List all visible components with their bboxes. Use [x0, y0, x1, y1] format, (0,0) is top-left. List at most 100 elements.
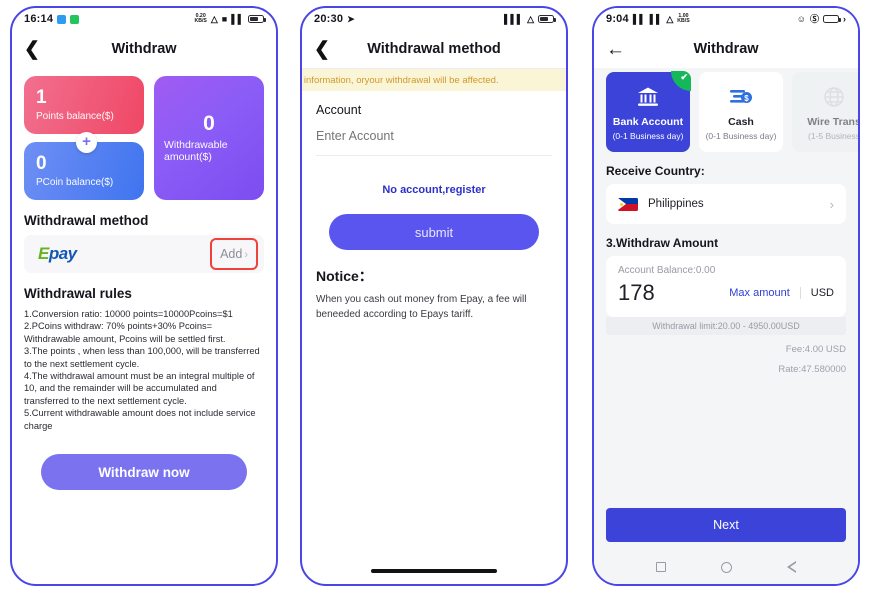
signal-icon: ▌▌▌	[503, 13, 524, 24]
receive-country-label: Receive Country:	[606, 164, 705, 178]
chevron-right-icon: ›	[244, 249, 248, 261]
account-input[interactable]	[316, 129, 552, 143]
status-bar: 20:30 ➤ ▌▌▌ △	[302, 8, 566, 30]
points-balance-card[interactable]: 1 Points balance($)	[24, 76, 144, 134]
divider	[316, 155, 552, 156]
method-card-label: Bank Account	[612, 115, 684, 128]
wifi-icon: △	[527, 13, 534, 24]
check-icon: ✔	[671, 71, 691, 91]
amount-input[interactable]: 178	[618, 280, 729, 306]
withdrawal-method-heading: Withdrawal method	[24, 213, 149, 228]
register-link[interactable]: No account,register	[316, 184, 552, 196]
currency-label: USD	[810, 287, 834, 299]
android-nav-bar	[594, 550, 858, 584]
epay-logo-icon: Epay	[38, 244, 77, 263]
withdrawal-limit-text: Withdrawal limit:20.00 - 4950.00USD	[606, 317, 846, 335]
warning-banner: ıt information, oryour withdrawal will b…	[302, 69, 566, 91]
chevron-left-icon[interactable]: ❮	[24, 40, 40, 59]
back-triangle-icon[interactable]	[787, 561, 797, 573]
country-name: Philippines	[648, 198, 704, 210]
chevron-right-icon: ›	[829, 196, 834, 212]
status-time: 9:04	[606, 13, 629, 25]
screenshot-stage: 16:14 0.20 KB/S △ ■ ▌▌ ❮ Withdraw 1 Poin…	[0, 0, 869, 592]
page-title: Withdraw	[693, 41, 759, 57]
points-balance-value: 1	[36, 87, 47, 109]
wifi-icon: △	[210, 13, 218, 24]
rule-item: 5.Current withdrawable amount does not i…	[24, 408, 256, 431]
method-card-bank-account[interactable]: ✔ Bank Account (0-1 Business day)	[606, 71, 691, 152]
nav-header: ← Withdraw	[594, 30, 858, 68]
balance-cards: 1 Points balance($) 0 PCoin balance($) +…	[24, 76, 264, 200]
method-card-label: Cash	[728, 115, 754, 128]
status-bar: 9:04 ▌▌ ▌▌ △ 1.00 KB/S ☺ Ⓢ 68 ›	[594, 8, 858, 30]
withdrawal-rules-list: 1.Conversion ratio: 10000 points=10000Pc…	[24, 308, 264, 432]
square-icon[interactable]	[655, 562, 666, 572]
battery-icon: 68	[823, 14, 841, 24]
country-selector[interactable]: Philippines ›	[606, 184, 846, 224]
wifi-icon: △	[666, 13, 674, 24]
battery-icon	[248, 14, 266, 24]
signal-icon: ▌▌	[231, 13, 244, 24]
pcoin-balance-label: PCoin balance($)	[36, 176, 114, 188]
status-bar: 16:14 0.20 KB/S △ ■ ▌▌	[12, 8, 276, 30]
mute-icon: ☺	[796, 13, 806, 24]
sim-icon: ▌▌	[649, 13, 663, 24]
chevron-left-icon[interactable]: ❮	[314, 40, 330, 59]
submit-button[interactable]: submit	[329, 214, 539, 250]
method-card-cash[interactable]: $ Cash (0-1 Business day)	[699, 72, 783, 152]
status-time: 20:30	[314, 13, 344, 25]
bank-icon	[636, 84, 660, 110]
rule-item: 4.The withdrawal amount must be an integ…	[24, 371, 255, 406]
add-method-button[interactable]: Add ›	[210, 238, 258, 270]
chevron-right-icon: ›	[843, 13, 846, 24]
notice-body: When you cash out money from Epay, a fee…	[316, 294, 527, 320]
method-card-sublabel: (1-5 Business	[808, 130, 858, 141]
battery-icon	[538, 14, 556, 24]
withdrawal-rules-heading: Withdrawal rules	[24, 286, 132, 301]
status-time: 16:14	[24, 13, 54, 25]
nav-header: ❮ Withdraw	[12, 30, 276, 68]
withdraw-amount-heading: 3.Withdraw Amount	[606, 236, 719, 250]
chip-green-icon	[70, 14, 80, 24]
method-card-label: Wire Trans	[807, 115, 858, 128]
withdrawable-amount-value: 0	[203, 112, 215, 136]
signal-icon: ▌▌	[632, 13, 646, 24]
chip-blue-icon	[57, 14, 67, 24]
data-rate-icon: 0.20 KB/S	[194, 12, 207, 24]
notice-heading: Notice：	[316, 268, 373, 284]
data-rate-icon: 1.00 KB/S	[677, 12, 690, 24]
sim-icon: ■	[221, 13, 228, 24]
page-title: Withdrawal method	[367, 41, 501, 57]
account-label: Account	[316, 103, 362, 117]
max-amount-button[interactable]: Max amount	[729, 287, 801, 299]
next-button[interactable]: Next	[606, 508, 846, 542]
home-indicator	[371, 569, 497, 573]
phone-panel-withdraw-overview: 16:14 0.20 KB/S △ ■ ▌▌ ❮ Withdraw 1 Poin…	[10, 6, 278, 586]
plus-icon: +	[76, 132, 97, 153]
withdrawal-method-row[interactable]: Epay Add ›	[24, 235, 264, 273]
method-card-wire-transfer[interactable]: Wire Trans (1-5 Business	[792, 72, 858, 152]
pcoin-balance-value: 0	[36, 153, 47, 175]
method-card-sublabel: (0-1 Business day)	[705, 130, 777, 141]
globe-icon	[822, 84, 846, 110]
rule-item: 2.PCoins withdraw: 70% points+30% Pcoins…	[24, 321, 226, 344]
circle-icon[interactable]	[720, 561, 732, 573]
method-card-sublabel: (0-1 Business day)	[612, 130, 684, 141]
dnd-icon: Ⓢ	[809, 13, 819, 24]
phone-panel-withdraw-amount: 9:04 ▌▌ ▌▌ △ 1.00 KB/S ☺ Ⓢ 68 › ← Withdr…	[592, 6, 860, 586]
cash-icon: $	[728, 84, 754, 110]
account-balance-label: Account Balance:0.00	[618, 265, 716, 276]
withdraw-now-button[interactable]: Withdraw now	[41, 454, 247, 491]
add-label: Add	[220, 247, 243, 261]
withdrawable-amount-label: Withdrawable amount($)	[164, 138, 228, 163]
arrow-left-icon[interactable]: ←	[606, 40, 625, 59]
withdrawable-amount-card[interactable]: 0 Withdrawable amount($)	[154, 76, 264, 200]
withdraw-method-cards: ✔ Bank Account (0-1 Business day) $ Cash…	[606, 71, 858, 152]
phone-panel-withdrawal-method: 20:30 ➤ ▌▌▌ △ ❮ Withdrawal method ıt inf…	[300, 6, 568, 586]
svg-text:$: $	[744, 94, 749, 103]
rule-item: 1.Conversion ratio: 10000 points=10000Pc…	[24, 309, 233, 319]
withdraw-amount-card: Account Balance:0.00 178 Max amount USD	[606, 256, 846, 317]
rate-text: Rate:47.580000	[778, 364, 846, 375]
nav-header: ❮ Withdrawal method	[302, 30, 566, 68]
points-balance-label: Points balance($)	[36, 110, 114, 122]
